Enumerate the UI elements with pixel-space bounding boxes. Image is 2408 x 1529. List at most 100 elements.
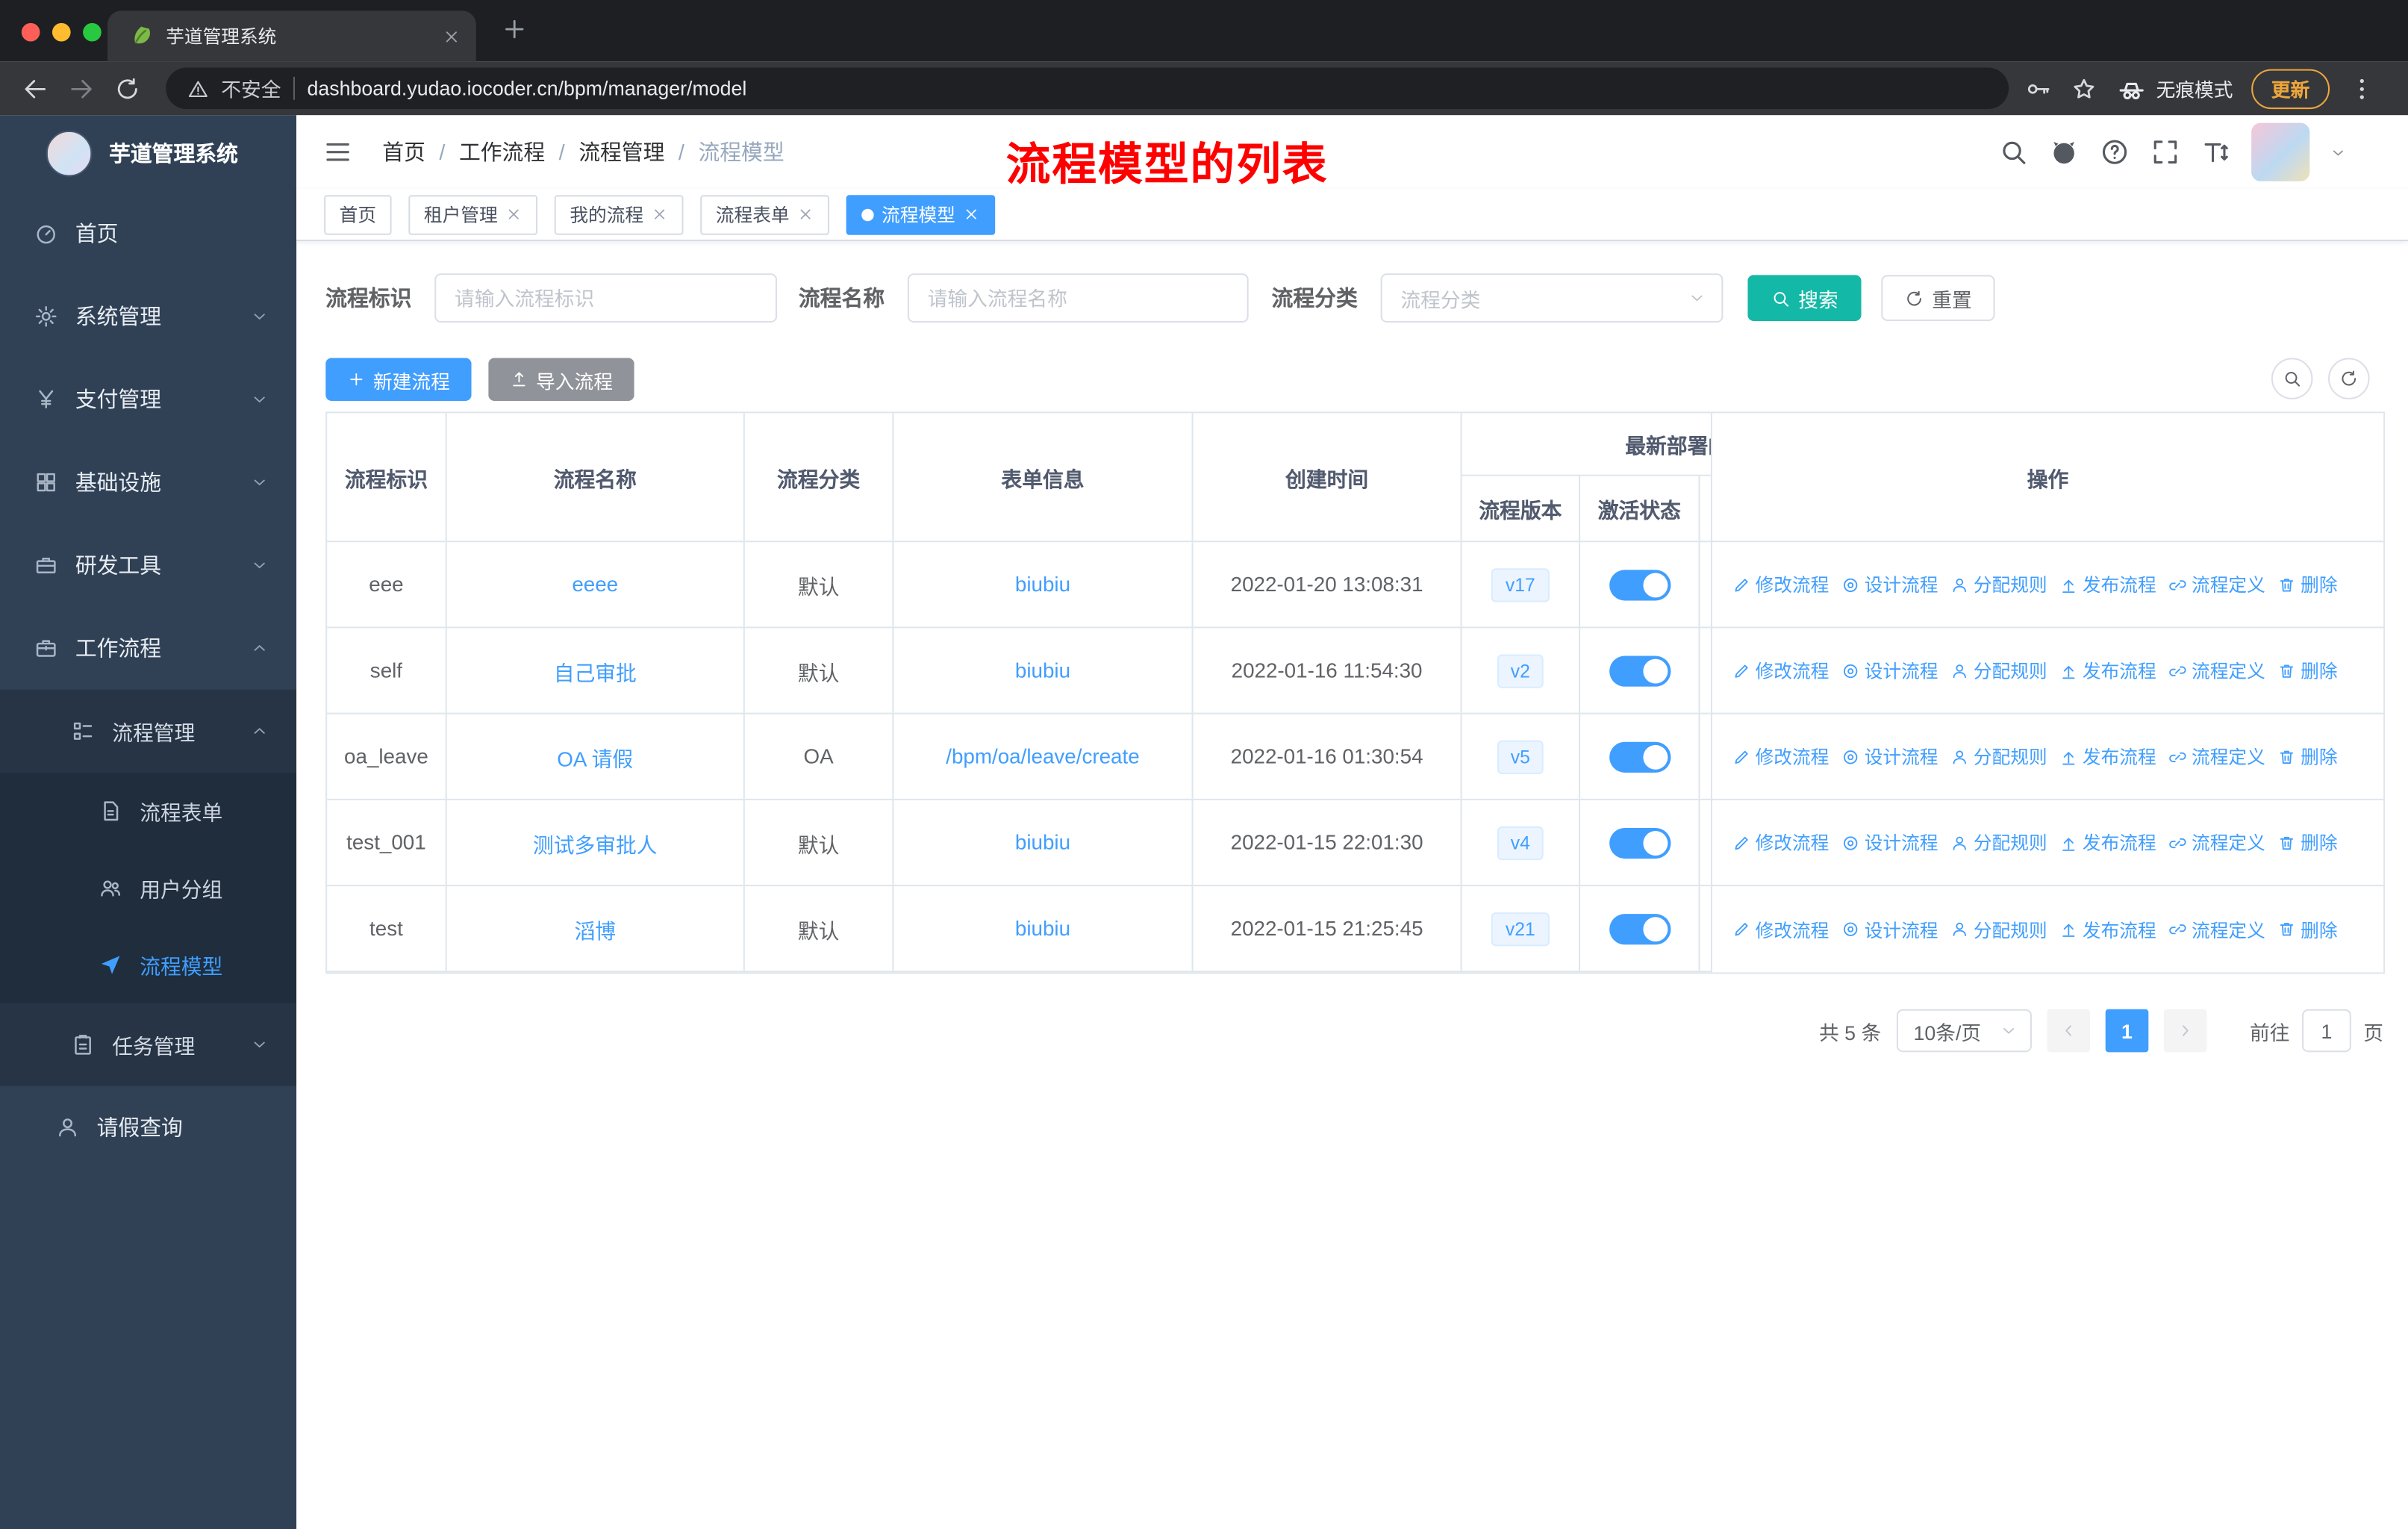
forward-button[interactable] [58,75,105,102]
process-category-select[interactable]: 流程分类 [1380,273,1724,323]
process-name-input[interactable] [907,273,1249,323]
github-icon[interactable] [2049,137,2080,167]
action-design-process[interactable]: 设计流程 [1841,658,1938,684]
import-process-button[interactable]: 导入流程 [488,358,634,401]
sidebar-item-workflow[interactable]: 工作流程 [0,607,296,690]
action-publish-process[interactable]: 发布流程 [2059,829,2156,856]
active-toggle[interactable] [1609,913,1671,944]
action-assign-rule[interactable]: 分配规则 [1950,571,2047,597]
action-design-process[interactable]: 设计流程 [1841,744,1938,770]
action-process-definition[interactable]: 流程定义 [2168,744,2265,770]
sidebar-item-user-group[interactable]: 用户分组 [0,849,297,927]
refresh-table-button[interactable] [2328,358,2370,399]
action-edit-process[interactable]: 修改流程 [1732,571,1829,597]
action-process-definition[interactable]: 流程定义 [2168,829,2265,856]
search-icon[interactable] [1998,137,2029,167]
sidebar-item-process-form[interactable]: 流程表单 [0,772,297,850]
breadcrumb-process-management[interactable]: 流程管理 [578,137,664,167]
fullscreen-icon[interactable] [2150,137,2180,167]
model-name-link[interactable]: 自己审批 [554,655,637,685]
reload-button[interactable] [105,75,151,102]
action-edit-process[interactable]: 修改流程 [1732,916,1829,942]
breadcrumb-workflow[interactable]: 工作流程 [459,137,545,167]
tag-close-icon[interactable] [505,206,523,223]
active-toggle[interactable] [1609,826,1671,859]
action-assign-rule[interactable]: 分配规则 [1950,744,2047,770]
sidebar-item-process-management[interactable]: 流程管理 [0,689,297,773]
version-badge[interactable]: v21 [1491,912,1550,946]
hamburger-menu-icon[interactable] [322,137,353,167]
process-id-input[interactable] [434,273,778,323]
bookmark-star-icon[interactable] [2070,75,2097,102]
browser-update-button[interactable]: 更新 [2251,68,2330,109]
form-info-link[interactable]: /bpm/oa/leave/create [946,745,1139,768]
sidebar-logo[interactable]: 芋道管理系统 [0,115,296,192]
version-badge[interactable]: v2 [1497,653,1544,688]
action-publish-process[interactable]: 发布流程 [2059,658,2156,684]
sidebar-item-payment[interactable]: 支付管理 [0,358,296,440]
action-delete[interactable]: 删除 [2277,658,2338,684]
sidebar-item-dev-tools[interactable]: 研发工具 [0,524,296,607]
sidebar-item-task-management[interactable]: 任务管理 [0,1003,297,1086]
action-publish-process[interactable]: 发布流程 [2059,744,2156,770]
sidebar-item-process-model[interactable]: 流程模型 [0,926,297,1003]
goto-page-input[interactable] [2302,1009,2351,1053]
form-info-link[interactable]: biubiu [1015,573,1070,596]
action-publish-process[interactable]: 发布流程 [2059,916,2156,942]
active-toggle[interactable] [1609,741,1671,772]
window-close-button[interactable] [21,22,40,42]
version-badge[interactable]: v5 [1497,739,1544,773]
action-edit-process[interactable]: 修改流程 [1732,829,1829,856]
action-design-process[interactable]: 设计流程 [1841,916,1938,942]
action-process-definition[interactable]: 流程定义 [2168,571,2265,597]
active-toggle[interactable] [1609,569,1671,600]
action-delete[interactable]: 删除 [2277,916,2338,942]
toggle-search-button[interactable] [2271,358,2313,399]
action-design-process[interactable]: 设计流程 [1841,829,1938,856]
tag-close-icon[interactable] [797,206,814,223]
help-icon[interactable] [2099,137,2130,167]
new-tab-button[interactable] [501,16,528,43]
password-key-icon[interactable] [2024,75,2052,102]
avatar-caret-down-icon[interactable] [2330,143,2347,161]
current-page-button[interactable]: 1 [2105,1009,2149,1053]
action-process-definition[interactable]: 流程定义 [2168,916,2265,942]
action-edit-process[interactable]: 修改流程 [1732,658,1829,684]
tag-process-form[interactable]: 流程表单 [700,194,830,234]
form-info-link[interactable]: biubiu [1015,659,1070,682]
browser-tab[interactable]: 芋道管理系统 [107,10,476,62]
search-button[interactable]: 搜索 [1747,275,1862,321]
version-badge[interactable]: v4 [1497,825,1544,860]
tag-tenant-management[interactable]: 租户管理 [408,194,538,234]
window-minimize-button[interactable] [52,22,71,42]
sidebar-item-home[interactable]: 首页 [0,192,296,275]
tag-home[interactable]: 首页 [324,194,392,234]
action-assign-rule[interactable]: 分配规则 [1950,829,2047,856]
action-delete[interactable]: 删除 [2277,829,2338,856]
page-size-select[interactable]: 10条/页 [1896,1009,2032,1053]
reset-button[interactable]: 重置 [1881,275,1995,321]
action-delete[interactable]: 删除 [2277,571,2338,597]
user-avatar[interactable] [2251,122,2310,181]
sidebar-item-infrastructure[interactable]: 基础设施 [0,440,296,523]
address-bar[interactable]: 不安全 dashboard.yudao.iocoder.cn/bpm/manag… [166,67,2009,110]
next-page-button[interactable] [2163,1009,2207,1053]
action-assign-rule[interactable]: 分配规则 [1950,658,2047,684]
active-toggle[interactable] [1609,655,1671,686]
action-assign-rule[interactable]: 分配规则 [1950,916,2047,942]
tag-my-process[interactable]: 我的流程 [554,194,684,234]
action-process-definition[interactable]: 流程定义 [2168,658,2265,684]
form-info-link[interactable]: biubiu [1015,831,1070,854]
not-secure-warning-icon[interactable] [187,78,209,99]
version-badge[interactable]: v17 [1491,567,1550,602]
model-name-link[interactable]: 测试多审批人 [533,827,658,858]
tag-close-icon[interactable] [963,206,980,223]
action-design-process[interactable]: 设计流程 [1841,571,1938,597]
action-edit-process[interactable]: 修改流程 [1732,744,1829,770]
model-name-link[interactable]: 滔博 [574,913,616,944]
tag-close-icon[interactable] [651,206,668,223]
model-name-link[interactable]: eeee [572,573,618,596]
action-delete[interactable]: 删除 [2277,744,2338,770]
prev-page-button[interactable] [2047,1009,2091,1053]
tab-close-icon[interactable] [443,27,461,46]
